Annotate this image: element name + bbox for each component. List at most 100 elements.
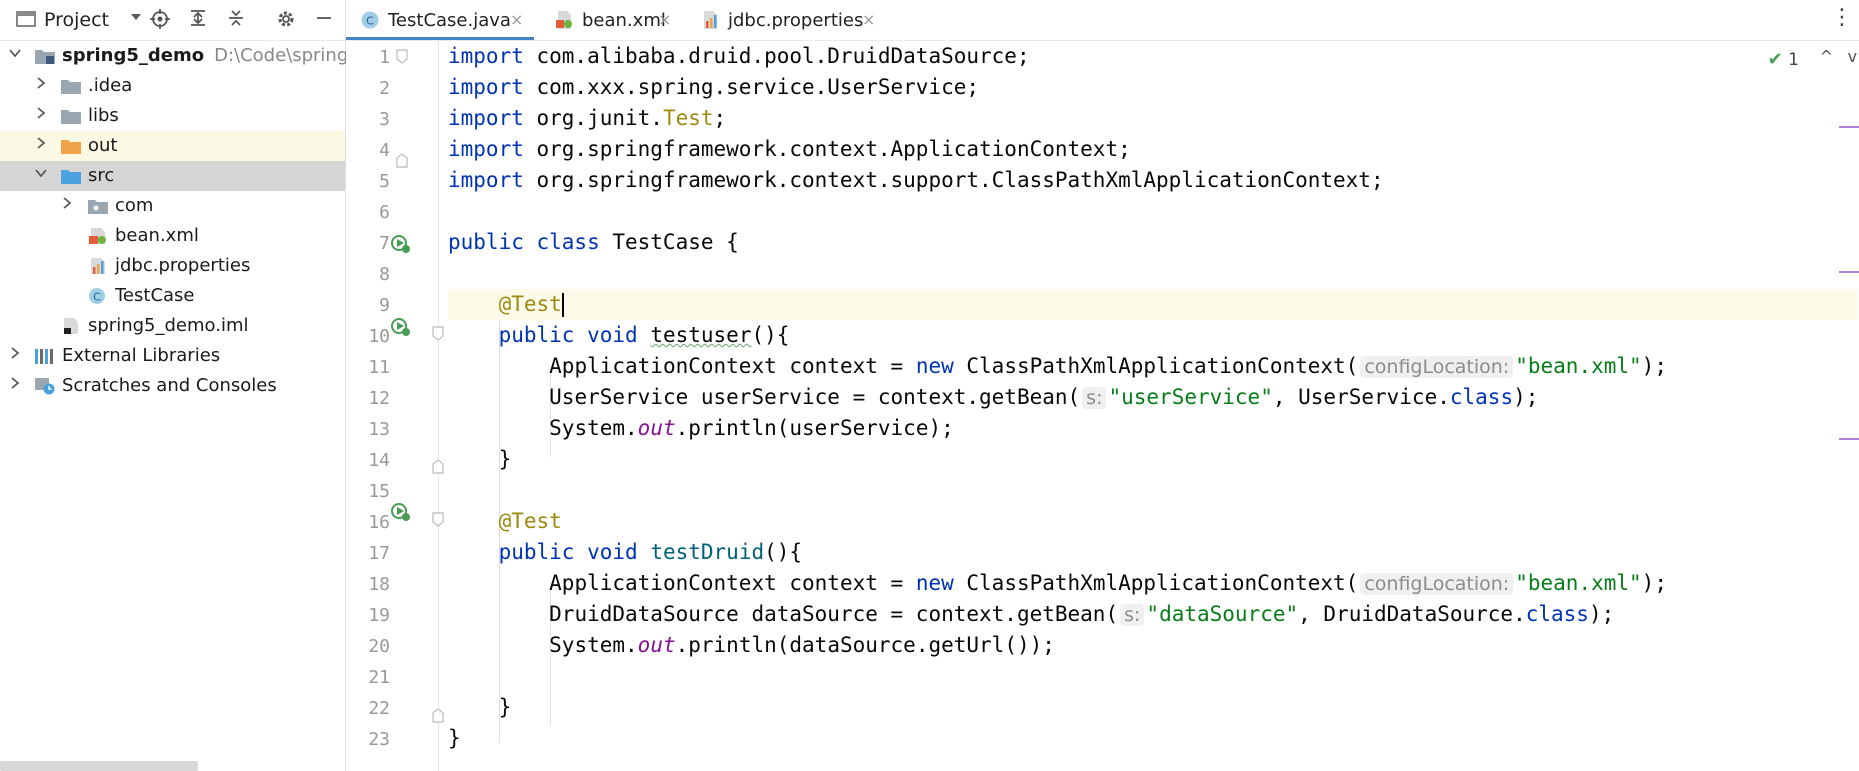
tab-jdbc-properties[interactable]: jdbc.properties × xyxy=(686,0,876,40)
code-line: import org.springframework.context.suppo… xyxy=(448,168,1384,192)
line-number[interactable]: 23 xyxy=(346,729,390,750)
line-number[interactable]: 4 xyxy=(346,140,390,161)
tree-item-jdbc-properties[interactable]: jdbc.properties xyxy=(0,251,345,281)
tree-item-com[interactable]: com xyxy=(0,191,345,221)
package-icon xyxy=(87,197,109,215)
line-number[interactable]: 6 xyxy=(346,202,390,223)
orange-folder-icon xyxy=(60,137,82,155)
fold-marker-icon[interactable] xyxy=(428,323,448,343)
tree-item-idea[interactable]: .idea xyxy=(0,71,345,101)
svg-text:C: C xyxy=(366,15,374,28)
line-number[interactable]: 20 xyxy=(346,636,390,657)
iml-file-icon xyxy=(60,317,82,335)
tab-testcase-java[interactable]: C TestCase.java × xyxy=(346,0,534,40)
code-line: System.out.println(userService); xyxy=(549,416,954,440)
tree-item-testcase[interactable]: C TestCase xyxy=(0,281,345,311)
dropdown-chevron-icon[interactable] xyxy=(124,8,148,32)
tree-item-label: jdbc.properties xyxy=(115,255,251,276)
fold-marker-icon[interactable] xyxy=(428,706,448,726)
inspection-widget[interactable]: ✔ 1 ^ v xyxy=(1768,47,1857,70)
fold-marker-icon[interactable] xyxy=(392,151,412,171)
stripe-mark[interactable] xyxy=(1839,438,1859,440)
line-gutter[interactable]: 1 2 3 4 5 6 7 8 9 10 11 12 13 14 15 16 17 18 19 20 21 22 23 xyxy=(346,41,473,771)
tab-bean-xml[interactable]: bean.xml × xyxy=(540,0,680,40)
chevron-down-icon[interactable] xyxy=(8,46,22,60)
close-icon[interactable]: × xyxy=(658,10,671,29)
project-view-icon[interactable] xyxy=(14,8,38,32)
line-number[interactable]: 7 xyxy=(346,233,390,254)
minimize-icon[interactable] xyxy=(312,8,336,32)
text-caret xyxy=(561,293,564,317)
code-area[interactable]: import com.alibaba.druid.pool.DruidDataS… xyxy=(448,41,1858,771)
run-test-icon[interactable] xyxy=(390,501,410,521)
tree-item-label: spring5_demo.iml xyxy=(88,315,249,336)
tree-item-external-libraries[interactable]: External Libraries xyxy=(0,341,345,371)
tab-options-icon[interactable]: ⋮ xyxy=(1831,7,1853,29)
inspection-count: 1 xyxy=(1788,50,1799,70)
stripe-mark[interactable] xyxy=(1839,126,1859,128)
parameter-hint: s: xyxy=(1120,604,1145,626)
tree-item-out[interactable]: out xyxy=(0,131,345,161)
close-icon[interactable]: × xyxy=(862,10,875,29)
code-line: UserService userService = context.getBea… xyxy=(549,385,1539,409)
chevron-right-icon[interactable] xyxy=(34,76,48,90)
line-number[interactable]: 8 xyxy=(346,264,390,285)
fold-marker-icon[interactable] xyxy=(428,457,448,477)
horizontal-scrollbar[interactable] xyxy=(0,761,198,771)
line-number[interactable]: 16 xyxy=(346,512,390,533)
line-number[interactable]: 3 xyxy=(346,109,390,130)
tree-item-spring5-demo[interactable]: spring5_demo D:\Code\spring\s xyxy=(0,41,364,71)
fold-marker-icon[interactable] xyxy=(392,46,412,66)
line-number[interactable]: 2 xyxy=(346,78,390,99)
current-code-line: @Test xyxy=(448,289,1858,320)
line-number[interactable]: 22 xyxy=(346,698,390,719)
line-number[interactable]: 21 xyxy=(346,667,390,688)
line-number[interactable]: 11 xyxy=(346,357,390,378)
project-title[interactable]: Project xyxy=(44,9,109,31)
line-number[interactable]: 17 xyxy=(346,543,390,564)
chevron-right-icon[interactable] xyxy=(34,136,48,150)
tree-item-label: spring5_demo xyxy=(62,45,205,66)
code-line: DruidDataSource dataSource = context.get… xyxy=(549,602,1615,626)
chevron-down-icon[interactable] xyxy=(34,166,48,180)
tree-item-label: com xyxy=(115,195,154,216)
line-number[interactable]: 19 xyxy=(346,605,390,626)
previous-highlight-icon[interactable]: ^ xyxy=(1820,47,1833,66)
error-stripe-scrollbar[interactable] xyxy=(1837,41,1859,771)
expand-all-icon[interactable] xyxy=(186,8,210,32)
chevron-right-icon[interactable] xyxy=(60,196,74,210)
code-editor[interactable]: 1 2 3 4 5 6 7 8 9 10 11 12 13 14 15 16 17 18 19 20 21 22 23 im… xyxy=(346,41,1859,771)
chevron-right-icon[interactable] xyxy=(8,346,22,360)
line-number[interactable]: 15 xyxy=(346,481,390,502)
run-test-icon[interactable] xyxy=(390,233,410,253)
fold-marker-icon[interactable] xyxy=(428,509,448,529)
line-number[interactable]: 14 xyxy=(346,450,390,471)
tree-item-scratches[interactable]: Scratches and Consoles xyxy=(0,371,345,401)
line-number[interactable]: 10 xyxy=(346,326,390,347)
code-line: public void testuser(){ xyxy=(498,323,790,347)
locate-target-icon[interactable] xyxy=(148,8,172,32)
stripe-mark[interactable] xyxy=(1839,271,1859,273)
tree-item-bean-xml[interactable]: bean.xml xyxy=(0,221,345,251)
folder-icon xyxy=(60,77,82,95)
tree-item-iml[interactable]: spring5_demo.iml xyxy=(0,311,345,341)
line-number[interactable]: 9 xyxy=(346,295,390,316)
line-number[interactable]: 12 xyxy=(346,388,390,409)
line-number[interactable]: 1 xyxy=(346,47,390,68)
tree-item-libs[interactable]: libs xyxy=(0,101,345,131)
code-line: import org.junit.Test; xyxy=(448,106,727,130)
close-icon[interactable]: × xyxy=(510,10,523,29)
tree-item-label: src xyxy=(88,165,115,186)
run-test-icon[interactable] xyxy=(390,316,410,336)
project-path: D:\Code\spring\s xyxy=(214,45,364,66)
line-number[interactable]: 18 xyxy=(346,574,390,595)
code-line: } xyxy=(498,447,512,471)
chevron-right-icon[interactable] xyxy=(34,106,48,120)
chevron-right-icon[interactable] xyxy=(8,376,22,390)
collapse-all-icon[interactable] xyxy=(224,8,248,32)
line-number[interactable]: 5 xyxy=(346,171,390,192)
gear-icon[interactable] xyxy=(274,8,298,32)
properties-file-icon xyxy=(700,10,720,30)
tree-item-src[interactable]: src xyxy=(0,161,345,191)
line-number[interactable]: 13 xyxy=(346,419,390,440)
